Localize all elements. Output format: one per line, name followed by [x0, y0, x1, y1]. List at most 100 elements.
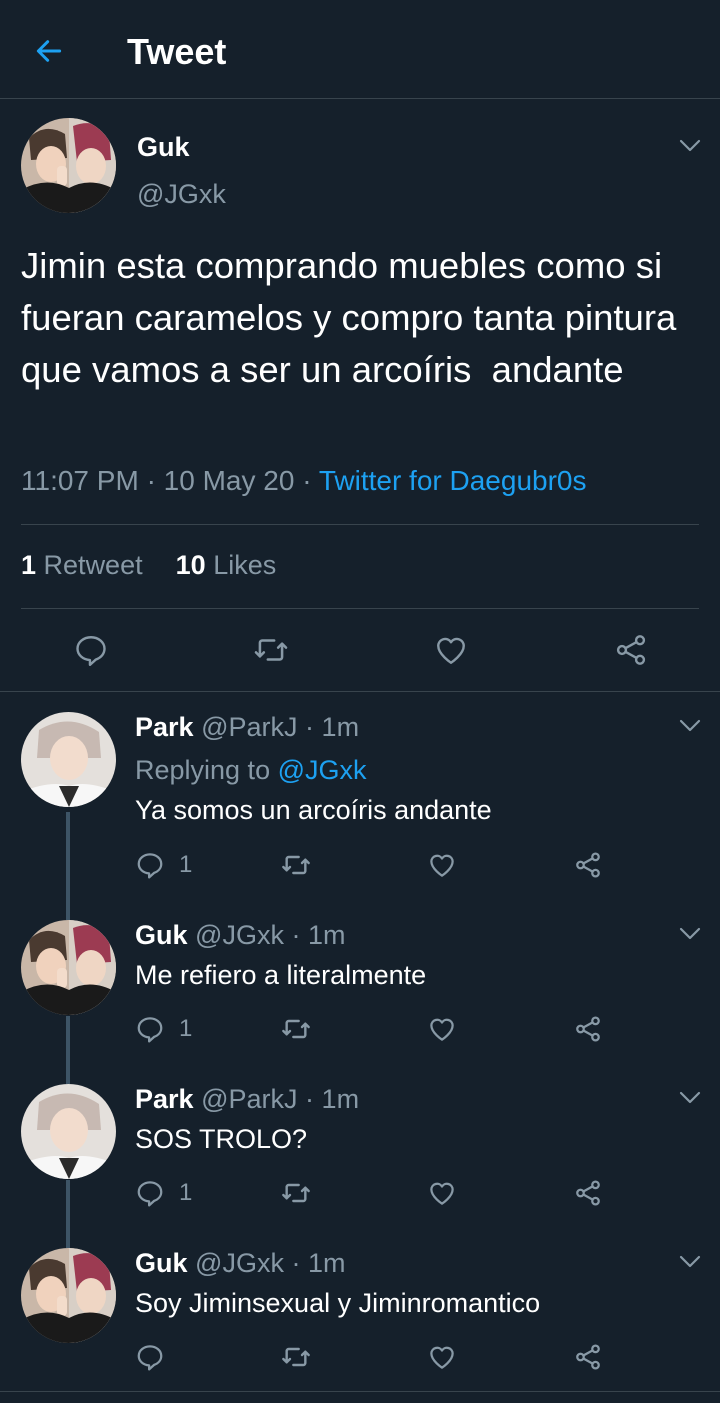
reply-tweet[interactable]: Park @ParkJ · 1m SOS TROLO? 1	[0, 1064, 720, 1228]
like-icon	[437, 637, 465, 664]
share-button[interactable]	[573, 1340, 603, 1374]
avatar-photo-guk	[21, 1248, 116, 1343]
reply-text: Ya somos un arcoíris andante	[135, 795, 492, 825]
retweet-button[interactable]	[280, 848, 312, 882]
reply-tweet[interactable]: Guk @JGxk · 1m Me refiero a literalmente…	[0, 900, 720, 1064]
tweet-text: Jimin esta comprando muebles como si fue…	[21, 245, 687, 390]
divider	[21, 524, 699, 525]
like-icon	[430, 1346, 454, 1369]
reply-icon	[137, 1181, 163, 1207]
reply-tweet[interactable]: Park @ParkJ · 1m Replying to @JGxk Ya so…	[0, 692, 720, 914]
avatar[interactable]	[21, 712, 116, 807]
author-name[interactable]: Guk	[137, 132, 190, 163]
likes-label: Likes	[213, 550, 277, 580]
like-button[interactable]	[431, 630, 471, 670]
avatar[interactable]	[21, 920, 116, 1015]
reply-time: 1m	[321, 1084, 360, 1114]
tweet-date: 10 May 20	[163, 465, 295, 496]
reply-author-handle[interactable]: @JGxk	[195, 1248, 284, 1278]
reply-button[interactable]: 1	[135, 848, 192, 882]
reply-button[interactable]	[135, 1340, 179, 1374]
reply-header: Guk @JGxk · 1m	[135, 920, 346, 951]
meta-separator: ·	[302, 465, 312, 496]
main-tweet: Guk @JGxk Jimin esta comprando muebles c…	[0, 100, 720, 691]
back-button[interactable]	[28, 30, 70, 72]
like-button[interactable]	[427, 848, 457, 882]
tweet-time: 11:07 PM	[21, 465, 139, 496]
reply-author-handle[interactable]: @ParkJ	[201, 1084, 297, 1114]
reply-time: 1m	[321, 712, 360, 742]
tweet-menu-button[interactable]	[676, 132, 704, 160]
reply-header: Guk @JGxk · 1m	[135, 1248, 346, 1279]
reply-text: Me refiero a literalmente	[135, 960, 427, 990]
like-icon	[430, 1182, 454, 1205]
meta-separator: ·	[291, 1248, 301, 1278]
replying-mention[interactable]: @JGxk	[278, 755, 367, 785]
retweet-button[interactable]	[280, 1012, 312, 1046]
reply-author-handle[interactable]: @JGxk	[195, 920, 284, 950]
reply-button[interactable]	[71, 630, 111, 670]
reply-text: SOS TROLO?	[135, 1124, 308, 1154]
reply-menu-button[interactable]	[676, 1084, 704, 1112]
like-button[interactable]	[427, 1340, 457, 1374]
retweet-button[interactable]	[280, 1176, 312, 1210]
reply-author-name[interactable]: Guk	[135, 920, 188, 950]
reply-header: Park @ParkJ · 1m	[135, 1084, 359, 1115]
reply-text: Soy Jiminsexual y Jiminromantico	[135, 1288, 541, 1318]
tweet-detail-screen: Tweet Guk @JGxk Jimin esta comprando mue…	[0, 0, 720, 1403]
share-icon	[576, 852, 600, 878]
like-button[interactable]	[427, 1012, 457, 1046]
avatar[interactable]	[21, 118, 116, 213]
avatar-photo-park	[21, 1084, 116, 1179]
reply-author-name[interactable]: Guk	[135, 1248, 188, 1278]
retweet-button[interactable]	[280, 1340, 312, 1374]
reply-button[interactable]: 1	[135, 1012, 192, 1046]
reply-menu-button[interactable]	[676, 1248, 704, 1276]
avatar-photo-guk	[21, 118, 116, 213]
reply-button[interactable]: 1	[135, 1176, 192, 1210]
share-icon	[576, 1016, 600, 1042]
share-button[interactable]	[573, 1012, 603, 1046]
tweet-stats: 1 Retweet 10 Likes	[21, 550, 276, 581]
reply-count: 1	[179, 851, 193, 878]
reply-header: Park @ParkJ · 1m	[135, 712, 359, 743]
retweets-stat[interactable]: 1 Retweet	[21, 550, 143, 580]
chevron-down-icon	[679, 719, 701, 732]
chevron-down-icon	[679, 927, 701, 940]
reply-author-name[interactable]: Park	[135, 712, 194, 742]
divider	[0, 1391, 720, 1392]
share-button[interactable]	[573, 848, 603, 882]
replying-to: Replying to @JGxk	[135, 755, 367, 786]
reply-icon	[137, 1017, 163, 1043]
reply-count: 1	[179, 1179, 193, 1206]
arrow-left-icon	[36, 40, 62, 62]
reply-icon	[137, 1345, 163, 1371]
meta-separator: ·	[305, 1084, 315, 1114]
share-button[interactable]	[611, 630, 651, 670]
reply-author-name[interactable]: Park	[135, 1084, 194, 1114]
chevron-down-icon	[679, 139, 701, 152]
tweet-source-link[interactable]: Twitter for Daegubr0s	[319, 465, 587, 496]
reply-menu-button[interactable]	[676, 712, 704, 740]
tweet-meta: 11:07 PM · 10 May 20 · Twitter for Daegu…	[21, 465, 586, 497]
reply-author-handle[interactable]: @ParkJ	[201, 712, 297, 742]
author-handle[interactable]: @JGxk	[137, 179, 226, 210]
share-icon	[576, 1180, 600, 1206]
like-icon	[430, 1018, 454, 1041]
retweet-button[interactable]	[251, 630, 291, 670]
reply-icon	[76, 636, 106, 667]
reply-tweet[interactable]: Guk @JGxk · 1m Soy Jiminsexual y Jiminro…	[0, 1228, 720, 1392]
meta-separator: ·	[146, 465, 156, 496]
divider	[21, 608, 699, 609]
avatar[interactable]	[21, 1248, 116, 1343]
avatar[interactable]	[21, 1084, 116, 1179]
like-icon	[430, 854, 454, 877]
reply-time: 1m	[307, 920, 346, 950]
share-button[interactable]	[573, 1176, 603, 1210]
like-button[interactable]	[427, 1176, 457, 1210]
replying-label: Replying to	[135, 755, 271, 785]
reply-menu-button[interactable]	[676, 920, 704, 948]
retweet-icon	[282, 1347, 310, 1367]
chevron-down-icon	[679, 1255, 701, 1268]
likes-stat[interactable]: 10 Likes	[176, 550, 277, 580]
